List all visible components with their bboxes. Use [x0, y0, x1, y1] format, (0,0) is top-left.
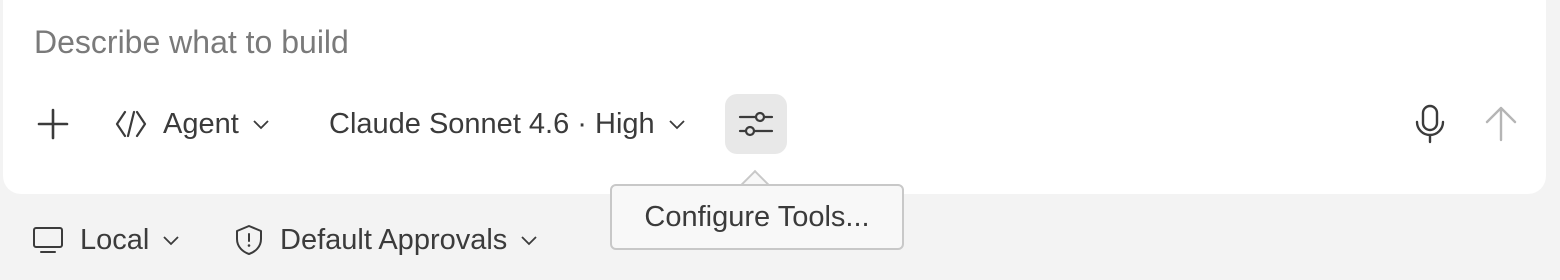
arrow-up-icon: [1485, 106, 1517, 142]
mode-picker[interactable]: Agent: [113, 92, 271, 156]
approvals-picker[interactable]: Default Approvals: [234, 208, 539, 272]
configure-tools-button[interactable]: [725, 94, 787, 154]
model-picker[interactable]: Claude Sonnet 4.6 · High: [329, 92, 687, 156]
chevron-down-icon: [521, 236, 537, 246]
plus-icon: [37, 108, 69, 140]
monitor-icon: [33, 227, 63, 253]
chat-composer: Agent Claude Sonnet 4.6 · High: [3, 0, 1546, 194]
chevron-down-icon: [163, 236, 179, 246]
add-context-button[interactable]: [33, 92, 73, 156]
model-label: Claude Sonnet 4.6 · High: [329, 107, 655, 140]
footer-bar: Local Default Approvals: [0, 208, 1560, 268]
mode-label: Agent: [163, 107, 239, 140]
approvals-label: Default Approvals: [280, 223, 508, 256]
send-button[interactable]: [1481, 92, 1521, 156]
environment-label: Local: [80, 223, 150, 256]
voice-input-button[interactable]: [1410, 92, 1450, 156]
prompt-input[interactable]: [34, 24, 1434, 61]
shield-icon: [236, 225, 262, 255]
chevron-down-icon: [669, 120, 685, 130]
agent-brackets-icon: [115, 110, 147, 138]
environment-picker[interactable]: Local: [32, 208, 181, 272]
microphone-icon: [1415, 104, 1445, 144]
composer-toolbar: Agent Claude Sonnet 4.6 · High: [3, 92, 1546, 156]
chevron-down-icon: [253, 120, 269, 130]
sliders-icon: [738, 111, 774, 137]
